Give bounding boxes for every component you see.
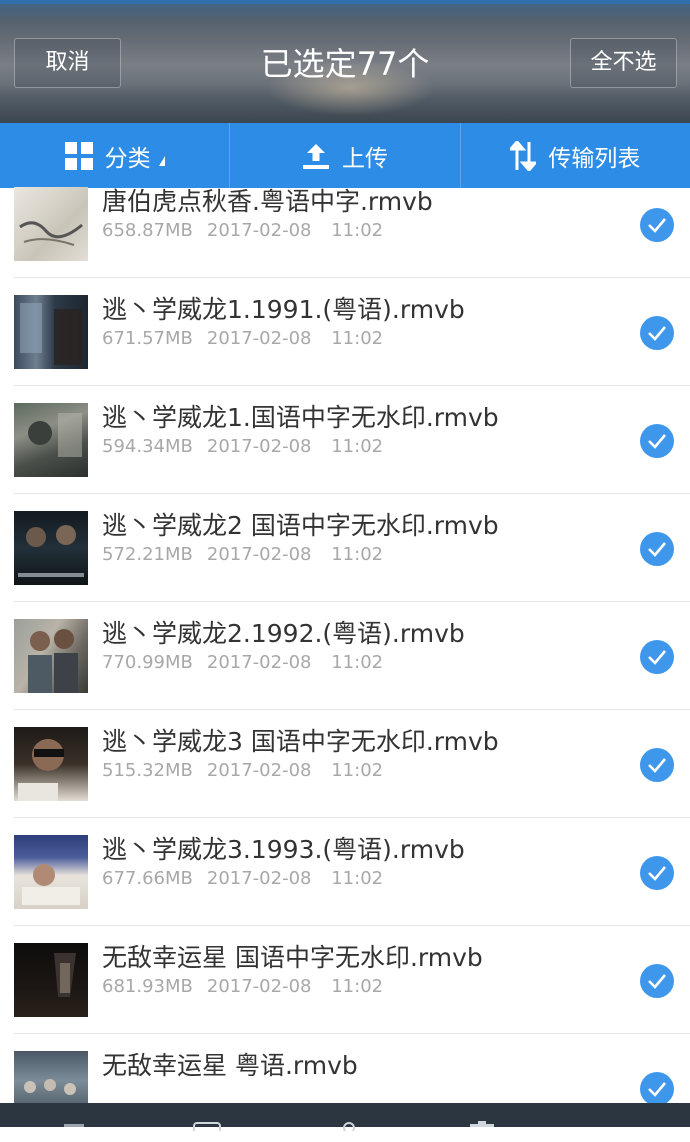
video-thumbnail	[14, 295, 88, 369]
video-thumbnail	[14, 187, 88, 261]
file-row[interactable]: 逃丶学威龙3 国语中字无水印.rmvb 515.32MB 2017-02-08 1…	[0, 710, 690, 818]
file-time: 11:02	[331, 220, 384, 241]
file-date: 2017-02-08	[206, 328, 312, 349]
file-time: 11:02	[331, 976, 384, 997]
file-meta: 677.66MB 2017-02-08 11:02	[102, 868, 383, 889]
video-thumbnail	[14, 727, 88, 801]
file-date: 2017-02-08	[206, 760, 312, 781]
checkmark-icon[interactable]	[640, 964, 674, 998]
cancel-button[interactable]: 取消	[14, 38, 121, 88]
grid-icon	[64, 141, 93, 170]
file-name: 无敌幸运星 国语中字无水印.rmvb	[102, 943, 483, 972]
move-icon[interactable]	[192, 1116, 222, 1135]
transfer-list-label: 传输列表	[548, 145, 641, 172]
video-thumbnail	[14, 619, 88, 693]
file-time: 11:02	[331, 328, 384, 349]
file-date: 2017-02-08	[206, 868, 312, 889]
file-size: 681.93MB	[102, 976, 193, 997]
selection-header: 取消 已选定77个 全不选	[0, 0, 690, 123]
file-date: 2017-02-08	[206, 220, 312, 241]
file-name: 逃丶学威龙1.国语中字无水印.rmvb	[102, 403, 499, 432]
file-size: 594.34MB	[102, 436, 193, 457]
checkmark-icon[interactable]	[640, 208, 674, 242]
checkmark-icon[interactable]	[640, 856, 674, 890]
file-date: 2017-02-08	[206, 544, 312, 565]
video-thumbnail	[14, 403, 88, 477]
file-name: 无敌幸运星 粤语.rmvb	[102, 1051, 358, 1080]
file-row[interactable]: 逃丶学威龙1.国语中字无水印.rmvb 594.34MB 2017-02-08 1…	[0, 386, 690, 494]
file-meta: 770.99MB 2017-02-08 11:02	[102, 652, 383, 673]
file-time: 11:02	[331, 436, 384, 457]
file-name: 唐伯虎点秋香.粤语中字.rmvb	[102, 187, 433, 216]
file-row[interactable]: 无敌幸运星 国语中字无水印.rmvb 681.93MB 2017-02-08 11…	[0, 926, 690, 1034]
file-row[interactable]: 逃丶学威龙3.1993.(粤语).rmvb 677.66MB 2017-02-08…	[0, 818, 690, 926]
file-row[interactable]: 逃丶学威龙1.1991.(粤语).rmvb 671.57MB 2017-02-08…	[0, 278, 690, 386]
file-meta: 658.87MB 2017-02-08 11:02	[102, 220, 383, 241]
file-row[interactable]: 唐伯虎点秋香.粤语中字.rmvb 658.87MB 2017-02-08 11:0…	[0, 170, 690, 278]
file-name: 逃丶学威龙2.1992.(粤语).rmvb	[102, 619, 465, 648]
upload-label: 上传	[341, 145, 388, 172]
file-size: 770.99MB	[102, 652, 193, 673]
checkmark-icon[interactable]	[640, 1072, 674, 1106]
video-thumbnail	[14, 943, 88, 1017]
delete-icon[interactable]	[468, 1116, 496, 1135]
checkmark-icon[interactable]	[640, 640, 674, 674]
file-meta: 594.34MB 2017-02-08 11:02	[102, 436, 383, 457]
bottom-action-bar	[0, 1103, 690, 1134]
transfer-arrows-icon	[510, 140, 537, 171]
checkmark-icon[interactable]	[640, 532, 674, 566]
file-date: 2017-02-08	[206, 652, 312, 673]
file-meta: 572.21MB 2017-02-08 11:02	[102, 544, 383, 565]
file-name: 逃丶学威龙3 国语中字无水印.rmvb	[102, 727, 499, 756]
file-time: 11:02	[331, 760, 384, 781]
file-size: 658.87MB	[102, 220, 193, 241]
share-icon[interactable]	[336, 1116, 362, 1135]
dropdown-corner-icon	[158, 155, 165, 166]
selection-count-title: 已选定77个	[260, 45, 430, 83]
file-size: 515.32MB	[102, 760, 193, 781]
file-meta: 681.93MB 2017-02-08 11:02	[102, 976, 383, 997]
upload-icon	[302, 142, 330, 170]
file-meta: 671.57MB 2017-02-08 11:02	[102, 328, 383, 349]
file-row[interactable]: 逃丶学威龙2 国语中字无水印.rmvb 572.21MB 2017-02-08 1…	[0, 494, 690, 602]
file-name: 逃丶学威龙1.1991.(粤语).rmvb	[102, 295, 465, 324]
file-name: 逃丶学威龙2 国语中字无水印.rmvb	[102, 511, 499, 540]
file-date: 2017-02-08	[206, 976, 312, 997]
video-thumbnail	[14, 835, 88, 909]
download-icon[interactable]	[62, 1116, 86, 1135]
file-time: 11:02	[331, 868, 384, 889]
file-name: 逃丶学威龙3.1993.(粤语).rmvb	[102, 835, 465, 864]
file-date: 2017-02-08	[206, 436, 312, 457]
file-meta: 515.32MB 2017-02-08 11:02	[102, 760, 383, 781]
file-size: 572.21MB	[102, 544, 193, 565]
file-size: 671.57MB	[102, 328, 193, 349]
checkmark-icon[interactable]	[640, 748, 674, 782]
deselect-all-button[interactable]: 全不选	[570, 38, 677, 88]
checkmark-icon[interactable]	[640, 424, 674, 458]
file-size: 677.66MB	[102, 868, 193, 889]
file-row[interactable]: 逃丶学威龙2.1992.(粤语).rmvb 770.99MB 2017-02-08…	[0, 602, 690, 710]
status-strip	[0, 0, 690, 4]
file-time: 11:02	[331, 652, 384, 673]
checkmark-icon[interactable]	[640, 316, 674, 350]
file-time: 11:02	[331, 544, 384, 565]
category-label: 分类	[104, 145, 151, 172]
video-thumbnail	[14, 511, 88, 585]
